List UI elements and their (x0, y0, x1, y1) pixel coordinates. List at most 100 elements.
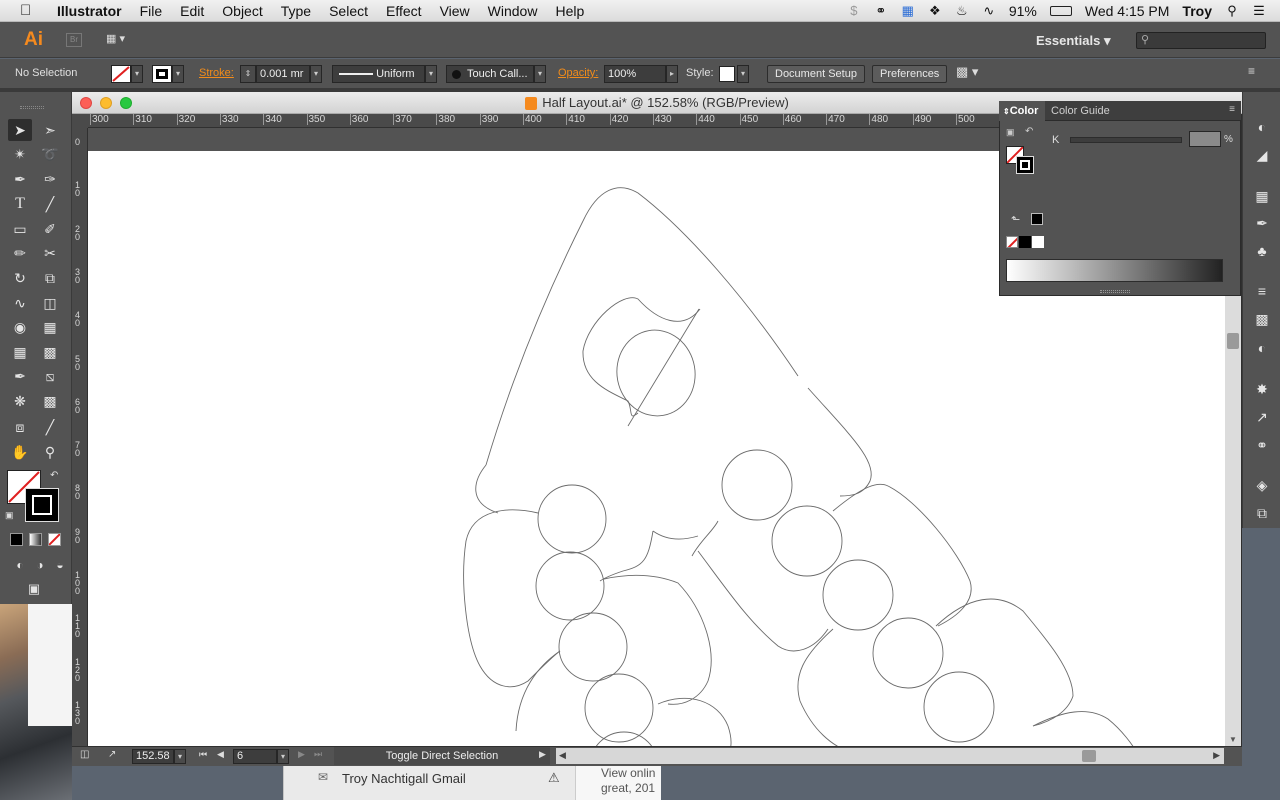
first-artboard-icon[interactable]: ⏮ (199, 749, 207, 760)
appearance-icon[interactable]: ◢ (1253, 146, 1271, 164)
symbol-sprayer-tool-icon[interactable]: ❋ (8, 390, 32, 412)
menu-file[interactable]: File (131, 3, 172, 19)
swap-colors-icon[interactable]: ↶ (1025, 126, 1033, 137)
mesh-tool-icon[interactable]: ▦ (8, 341, 32, 363)
stroke-weight-field[interactable]: 0.001 mr (256, 65, 310, 83)
color-themes-icon[interactable]: ◐ (1253, 118, 1271, 136)
symbols-icon[interactable]: ♣ (1253, 242, 1271, 260)
arrange-icon[interactable]: ▩ ▾ (956, 64, 978, 80)
wifi-icon[interactable]: ∿ (982, 4, 996, 18)
blend-tool-icon[interactable]: ⧅ (38, 365, 62, 387)
web-safe-swatch[interactable] (1031, 213, 1043, 225)
fill-swatch[interactable] (111, 65, 131, 83)
panel-stroke-swatch[interactable] (1016, 156, 1034, 174)
layers-icon[interactable]: ◈ (1253, 476, 1271, 494)
status-readout[interactable]: Toggle Direct Selection (334, 747, 550, 765)
opacity-field[interactable]: 100% (604, 65, 666, 83)
battery-percent[interactable]: 91% (1009, 3, 1037, 19)
artboard-number-field[interactable]: 6 (233, 749, 277, 764)
stroke-weight-dropdown[interactable]: ▾ (310, 65, 322, 83)
mail-account-label[interactable]: Troy Nachtigall Gmail (342, 771, 466, 786)
arrange-documents-icon[interactable]: ▦ ▾ (106, 32, 134, 48)
brush-dropdown[interactable]: ▾ (534, 65, 546, 83)
color-spectrum-ramp[interactable] (1006, 259, 1223, 282)
pen-tool-icon[interactable]: ✒ (8, 168, 32, 190)
battery-icon[interactable] (1049, 6, 1072, 16)
style-dropdown[interactable]: ▾ (737, 65, 749, 83)
creative-cloud-icon[interactable]: ⚭ (874, 4, 888, 18)
gradient-panel-icon[interactable]: ▩ (1253, 310, 1271, 328)
type-tool-icon[interactable]: T (8, 193, 32, 215)
fill-dropdown[interactable]: ▾ (131, 65, 143, 83)
zoom-dropdown[interactable]: ▾ (174, 749, 186, 764)
menu-help[interactable]: Help (546, 3, 593, 19)
vertical-scroll-thumb[interactable] (1227, 333, 1239, 349)
stroke-label[interactable]: Stroke: (199, 67, 234, 79)
horizontal-scroll-thumb[interactable] (1082, 750, 1096, 762)
transparency-icon[interactable]: ◐ (1253, 339, 1271, 357)
white-color-swatch[interactable] (1032, 236, 1044, 248)
scissors-tool-icon[interactable]: ✂ (38, 242, 62, 264)
apple-icon[interactable]:  (20, 2, 36, 19)
stroke-indicator[interactable] (25, 488, 59, 522)
status-menu-arrow-icon[interactable]: ▶ (539, 749, 546, 760)
zoom-level-field[interactable]: 152.58 (132, 749, 174, 764)
brushes-icon[interactable]: ✒ (1253, 214, 1271, 232)
perspective-grid-tool-icon[interactable]: ▦ (38, 316, 62, 338)
free-transform-tool-icon[interactable]: ◫ (38, 292, 62, 314)
rotate-tool-icon[interactable]: ↻ (8, 267, 32, 289)
clock[interactable]: Wed 4:15 PM (1085, 3, 1170, 19)
lasso-tool-icon[interactable]: ➰ (38, 143, 62, 165)
default-colors-icon[interactable]: ▣ (1006, 127, 1015, 138)
toggle-view-icon[interactable]: ◫ (80, 749, 89, 760)
stroke-dropdown[interactable]: ▾ (172, 65, 184, 83)
screen-mode-icon[interactable]: ▣ (22, 578, 46, 600)
hand-tool-icon[interactable]: ✋ (8, 441, 32, 463)
gradient-tool-icon[interactable]: ▩ (38, 341, 62, 363)
menu-app-name[interactable]: Illustrator (48, 3, 131, 19)
horizontal-scrollbar[interactable]: ◀ ▶ (556, 748, 1224, 764)
export-assets-icon[interactable]: ↗ (1253, 408, 1271, 426)
line-tool-icon[interactable]: ╱ (38, 193, 62, 215)
menu-type[interactable]: Type (272, 3, 320, 19)
artboard-dropdown[interactable]: ▾ (277, 749, 289, 764)
stroke-swatch[interactable] (152, 65, 172, 83)
flame-icon[interactable]: ❖ (928, 4, 942, 18)
color-panel-resize-grip[interactable] (1100, 290, 1130, 293)
menu-object[interactable]: Object (213, 3, 271, 19)
draw-inside-icon[interactable]: ◒ (48, 554, 72, 576)
tab-color[interactable]: ⇕Color (999, 101, 1045, 121)
paintbrush-tool-icon[interactable]: ✐ (38, 218, 62, 240)
spotlight-search-icon[interactable]: ⚲ (1225, 4, 1239, 18)
slice-tool-icon[interactable]: ╱ (38, 416, 62, 438)
curvature-tool-icon[interactable]: ✑ (38, 168, 62, 190)
k-channel-slider[interactable] (1070, 137, 1182, 143)
column-graph-tool-icon[interactable]: ▩ (38, 390, 62, 412)
document-setup-button[interactable]: Document Setup (767, 65, 865, 83)
scroll-down-arrow-icon[interactable]: ▼ (1229, 735, 1237, 744)
eyedropper-tool-icon[interactable]: ✒ (8, 365, 32, 387)
share-icon[interactable]: ↗ (108, 749, 116, 760)
vertical-ruler[interactable]: 0 10 20 30 40 50 60 70 80 90 100 110 120 130 (72, 128, 88, 746)
direct-selection-tool-icon[interactable]: ➣ (38, 119, 62, 141)
shape-builder-tool-icon[interactable]: ◉ (8, 316, 32, 338)
graphic-style-swatch[interactable] (719, 66, 735, 82)
k-channel-value-field[interactable] (1189, 131, 1221, 147)
app-status-icon[interactable]: ▦ (901, 4, 915, 18)
menu-view[interactable]: View (431, 3, 479, 19)
warning-icon[interactable]: ⚠ (548, 770, 560, 786)
control-panel-menu-icon[interactable]: ≡ (1248, 64, 1255, 78)
scroll-left-arrow-icon[interactable]: ◀ (559, 750, 566, 761)
opacity-slider-button[interactable]: ▸ (666, 65, 678, 83)
magic-wand-tool-icon[interactable]: ✴ (8, 143, 32, 165)
zoom-window-button[interactable] (120, 97, 132, 109)
rectangle-tool-icon[interactable]: ▭ (8, 218, 32, 240)
help-search-input[interactable]: ⚲ (1136, 32, 1266, 49)
scroll-right-arrow-icon[interactable]: ▶ (1213, 750, 1220, 761)
color-mode-button[interactable] (10, 533, 23, 546)
libraries-icon[interactable]: ⚭ (1253, 436, 1271, 454)
preferences-button[interactable]: Preferences (872, 65, 948, 83)
none-mode-button[interactable] (48, 533, 61, 546)
menu-select[interactable]: Select (320, 3, 377, 19)
notification-bell-icon[interactable]: ♨ (955, 4, 969, 18)
